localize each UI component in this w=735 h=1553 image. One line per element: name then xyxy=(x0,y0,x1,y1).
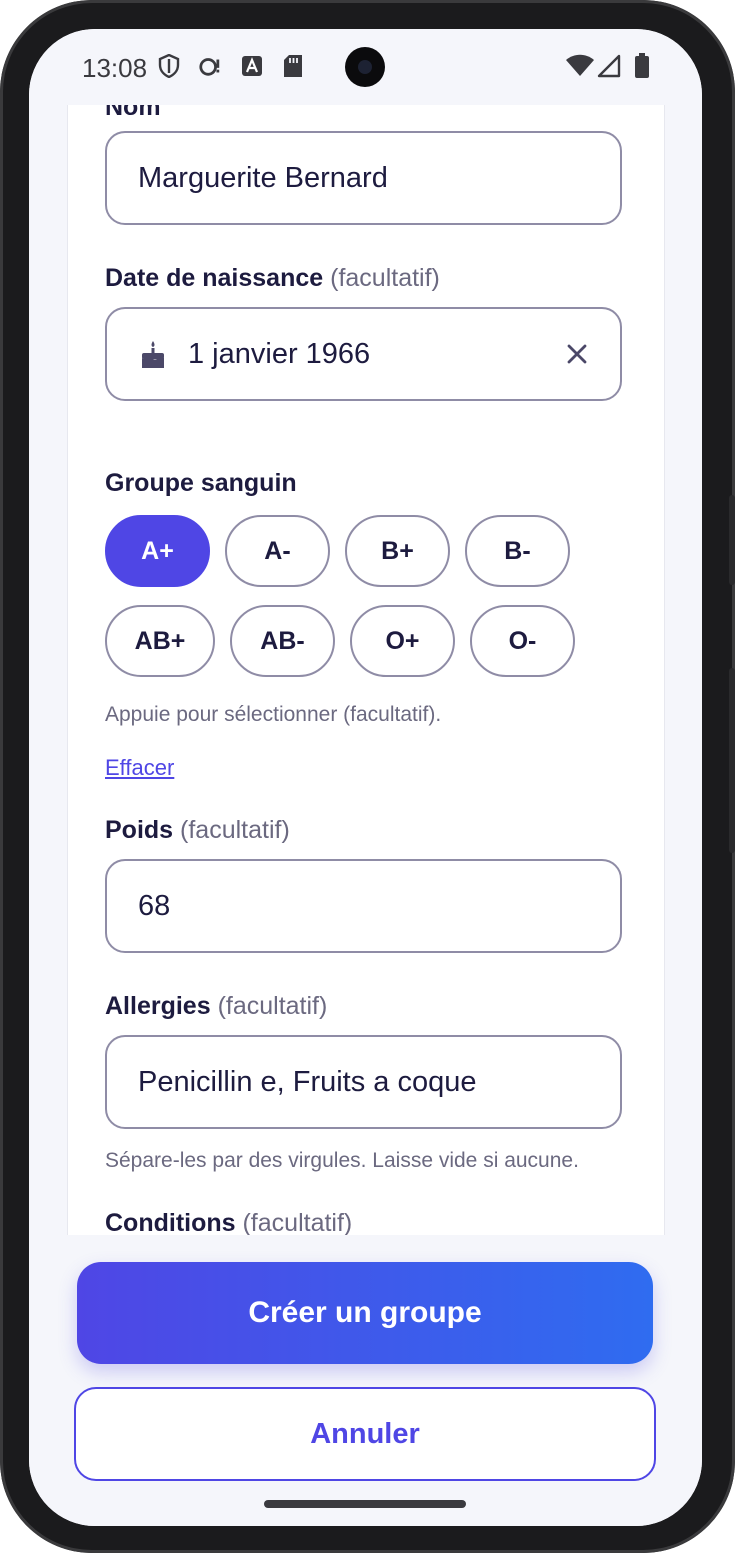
clear-blood-group-link[interactable]: Effacer xyxy=(105,755,174,781)
bottom-actions: Créer un groupe Annuler xyxy=(29,1235,702,1526)
clear-date-icon[interactable] xyxy=(564,341,590,367)
signal-icon xyxy=(597,53,621,79)
status-bar: 13:08 xyxy=(29,29,702,105)
blood-chip-b-pos[interactable]: B+ xyxy=(345,515,450,587)
blood-chip-a-neg[interactable]: A- xyxy=(225,515,330,587)
blood-chip-ab-neg[interactable]: AB- xyxy=(230,605,335,677)
name-label: Nom xyxy=(105,105,161,121)
battery-icon xyxy=(630,53,654,79)
blood-group-label: Groupe sanguin xyxy=(105,469,297,497)
form-card: Nom Marguerite Bernard Date de naissance… xyxy=(67,105,665,1235)
blood-chip-a-pos[interactable]: A+ xyxy=(105,515,210,587)
dob-value: 1 janvier 1966 xyxy=(188,337,371,370)
power-button xyxy=(729,668,735,853)
front-camera xyxy=(345,47,385,87)
name-value: Marguerite Bernard xyxy=(138,161,388,194)
screen: 13:08 Nom Marguerite Bernard Date de nai… xyxy=(29,29,702,1526)
a-badge-icon xyxy=(240,53,264,79)
name-input[interactable]: Marguerite Bernard xyxy=(105,131,622,225)
conditions-label: Conditions (facultatif) xyxy=(105,1209,353,1235)
blood-chip-b-neg[interactable]: B- xyxy=(465,515,570,587)
cake-icon xyxy=(138,339,168,369)
allergies-label: Allergies (facultatif) xyxy=(105,992,328,1020)
weight-label: Poids (facultatif) xyxy=(105,816,290,844)
create-group-button[interactable]: Créer un groupe xyxy=(77,1262,653,1364)
allergies-value: Penicillin e, Fruits a coque xyxy=(138,1065,477,1098)
sync-alert-icon xyxy=(198,53,222,79)
cancel-button[interactable]: Annuler xyxy=(74,1387,656,1481)
blood-group-help: Appuie pour sélectionner (facultatif). xyxy=(105,703,442,726)
blood-chip-o-pos[interactable]: O+ xyxy=(350,605,455,677)
status-time: 13:08 xyxy=(82,53,148,83)
blood-chip-o-neg[interactable]: O- xyxy=(470,605,575,677)
blood-chip-ab-pos[interactable]: AB+ xyxy=(105,605,215,677)
sd-card-icon xyxy=(281,53,305,79)
allergies-help: Sépare-les par des virgules. Laisse vide… xyxy=(105,1149,579,1172)
allergies-input[interactable]: Penicillin e, Fruits a coque xyxy=(105,1035,622,1129)
home-indicator[interactable] xyxy=(264,1500,466,1508)
weight-input[interactable]: 68 xyxy=(105,859,622,953)
shield-icon xyxy=(157,53,181,79)
volume-button xyxy=(729,495,735,585)
dob-input[interactable]: 1 janvier 1966 xyxy=(105,307,622,401)
weight-value: 68 xyxy=(138,889,171,922)
wifi-icon xyxy=(565,53,595,79)
dob-label: Date de naissance (facultatif) xyxy=(105,264,440,292)
